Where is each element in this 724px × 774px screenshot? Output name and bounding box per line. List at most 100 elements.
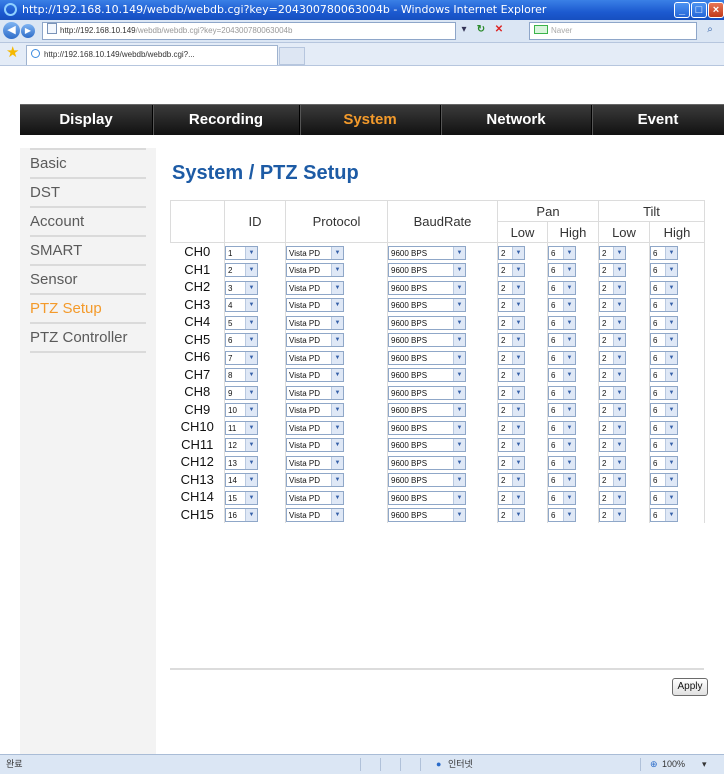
chevron-down-icon[interactable]: ▼	[665, 334, 677, 347]
pan-high-select[interactable]: 6 ▼	[548, 473, 576, 488]
baud-select[interactable]: 9600 BPS ▼	[388, 350, 466, 365]
search-input[interactable]: Naver	[529, 22, 697, 40]
chevron-down-icon[interactable]: ▼	[453, 439, 465, 452]
protocol-select[interactable]: Vista PD ▼	[286, 333, 344, 348]
chevron-down-icon[interactable]: ▼	[563, 264, 575, 277]
chevron-down-icon[interactable]: ▼	[512, 351, 524, 364]
id-select[interactable]: 14 ▼	[225, 473, 258, 488]
baud-select[interactable]: 9600 BPS ▼	[388, 403, 466, 418]
pan-low-select[interactable]: 2 ▼	[498, 368, 525, 383]
pan-high-select[interactable]: 6 ▼	[548, 403, 576, 418]
baud-select[interactable]: 9600 BPS ▼	[388, 333, 466, 348]
chevron-down-icon[interactable]: ▼	[613, 421, 625, 434]
chevron-down-icon[interactable]: ▼	[512, 386, 524, 399]
id-select[interactable]: 16 ▼	[225, 508, 258, 523]
chevron-down-icon[interactable]: ▼	[453, 456, 465, 469]
protocol-select[interactable]: Vista PD ▼	[286, 245, 344, 260]
baud-select[interactable]: 9600 BPS ▼	[388, 263, 466, 278]
tilt-high-select[interactable]: 6 ▼	[650, 315, 678, 330]
chevron-down-icon[interactable]: ▼	[613, 474, 625, 487]
tilt-low-select[interactable]: 2 ▼	[599, 420, 626, 435]
chevron-down-icon[interactable]: ▼	[245, 369, 257, 382]
nav-recording[interactable]: Recording	[153, 105, 299, 135]
chevron-down-icon[interactable]: ▼	[512, 439, 524, 452]
chevron-down-icon[interactable]: ▼	[563, 491, 575, 504]
chevron-down-icon[interactable]: ▼	[512, 316, 524, 329]
chevron-down-icon[interactable]: ▼	[331, 491, 343, 504]
id-select[interactable]: 11 ▼	[225, 420, 258, 435]
tilt-low-select[interactable]: 2 ▼	[599, 280, 626, 295]
protocol-select[interactable]: Vista PD ▼	[286, 368, 344, 383]
baud-select[interactable]: 9600 BPS ▼	[388, 315, 466, 330]
sidebar-item-dst[interactable]: DST	[30, 179, 146, 208]
zoom-icon[interactable]: ⊕	[650, 755, 658, 774]
chevron-down-icon[interactable]: ▼	[331, 316, 343, 329]
chevron-down-icon[interactable]: ▼	[331, 351, 343, 364]
baud-select[interactable]: 9600 BPS ▼	[388, 508, 466, 523]
chevron-down-icon[interactable]: ▼	[512, 404, 524, 417]
chevron-down-icon[interactable]: ▼	[512, 456, 524, 469]
id-select[interactable]: 2 ▼	[225, 263, 258, 278]
chevron-down-icon[interactable]: ▼	[563, 456, 575, 469]
chevron-down-icon[interactable]: ▼	[665, 421, 677, 434]
chevron-down-icon[interactable]: ▼	[245, 316, 257, 329]
protocol-select[interactable]: Vista PD ▼	[286, 280, 344, 295]
chevron-down-icon[interactable]: ▼	[453, 474, 465, 487]
chevron-down-icon[interactable]: ▼	[245, 456, 257, 469]
pan-high-select[interactable]: 6 ▼	[548, 315, 576, 330]
chevron-down-icon[interactable]: ▼	[331, 246, 343, 259]
chevron-down-icon[interactable]: ▼	[563, 439, 575, 452]
id-select[interactable]: 15 ▼	[225, 490, 258, 505]
tilt-high-select[interactable]: 6 ▼	[650, 350, 678, 365]
chevron-down-icon[interactable]: ▼	[245, 421, 257, 434]
sidebar-item-sensor[interactable]: Sensor	[30, 266, 146, 295]
pan-low-select[interactable]: 2 ▼	[498, 350, 525, 365]
nav-system[interactable]: System	[300, 105, 440, 135]
nav-event[interactable]: Event	[592, 105, 724, 135]
chevron-down-icon[interactable]: ▼	[563, 421, 575, 434]
chevron-down-icon[interactable]: ▼	[613, 351, 625, 364]
chevron-down-icon[interactable]: ▼	[613, 491, 625, 504]
tilt-high-select[interactable]: 6 ▼	[650, 403, 678, 418]
pan-high-select[interactable]: 6 ▼	[548, 280, 576, 295]
tilt-high-select[interactable]: 6 ▼	[650, 368, 678, 383]
pan-high-select[interactable]: 6 ▼	[548, 385, 576, 400]
chevron-down-icon[interactable]: ▼	[512, 421, 524, 434]
id-select[interactable]: 7 ▼	[225, 350, 258, 365]
chevron-down-icon[interactable]: ▼	[245, 299, 257, 312]
chevron-down-icon[interactable]: ▼	[245, 404, 257, 417]
pan-low-select[interactable]: 2 ▼	[498, 403, 525, 418]
pan-low-select[interactable]: 2 ▼	[498, 280, 525, 295]
chevron-down-icon[interactable]: ▼	[665, 491, 677, 504]
tilt-low-select[interactable]: 2 ▼	[599, 350, 626, 365]
protocol-select[interactable]: Vista PD ▼	[286, 473, 344, 488]
address-dropdown-icon[interactable]: ▾	[458, 23, 470, 37]
tilt-high-select[interactable]: 6 ▼	[650, 420, 678, 435]
browser-tab[interactable]: http://192.168.10.149/webdb/webdb.cgi?..…	[26, 45, 278, 65]
chevron-down-icon[interactable]: ▼	[331, 281, 343, 294]
tilt-high-select[interactable]: 6 ▼	[650, 438, 678, 453]
pan-low-select[interactable]: 2 ▼	[498, 490, 525, 505]
chevron-down-icon[interactable]: ▼	[453, 281, 465, 294]
nav-display[interactable]: Display	[20, 105, 152, 135]
id-select[interactable]: 4 ▼	[225, 298, 258, 313]
pan-high-select[interactable]: 6 ▼	[548, 508, 576, 523]
tilt-low-select[interactable]: 2 ▼	[599, 263, 626, 278]
chevron-down-icon[interactable]: ▼	[613, 264, 625, 277]
new-tab-button[interactable]	[279, 47, 305, 65]
protocol-select[interactable]: Vista PD ▼	[286, 350, 344, 365]
pan-high-select[interactable]: 6 ▼	[548, 245, 576, 260]
chevron-down-icon[interactable]: ▼	[613, 334, 625, 347]
chevron-down-icon[interactable]: ▼	[613, 456, 625, 469]
tilt-low-select[interactable]: 2 ▼	[599, 298, 626, 313]
pan-low-select[interactable]: 2 ▼	[498, 420, 525, 435]
chevron-down-icon[interactable]: ▼	[245, 334, 257, 347]
protocol-select[interactable]: Vista PD ▼	[286, 508, 344, 523]
chevron-down-icon[interactable]: ▼	[613, 369, 625, 382]
protocol-select[interactable]: Vista PD ▼	[286, 438, 344, 453]
tilt-low-select[interactable]: 2 ▼	[599, 508, 626, 523]
star-icon[interactable]: ★	[6, 45, 19, 61]
baud-select[interactable]: 9600 BPS ▼	[388, 368, 466, 383]
close-icon[interactable]: ×	[708, 2, 724, 18]
chevron-down-icon[interactable]: ▼	[665, 386, 677, 399]
